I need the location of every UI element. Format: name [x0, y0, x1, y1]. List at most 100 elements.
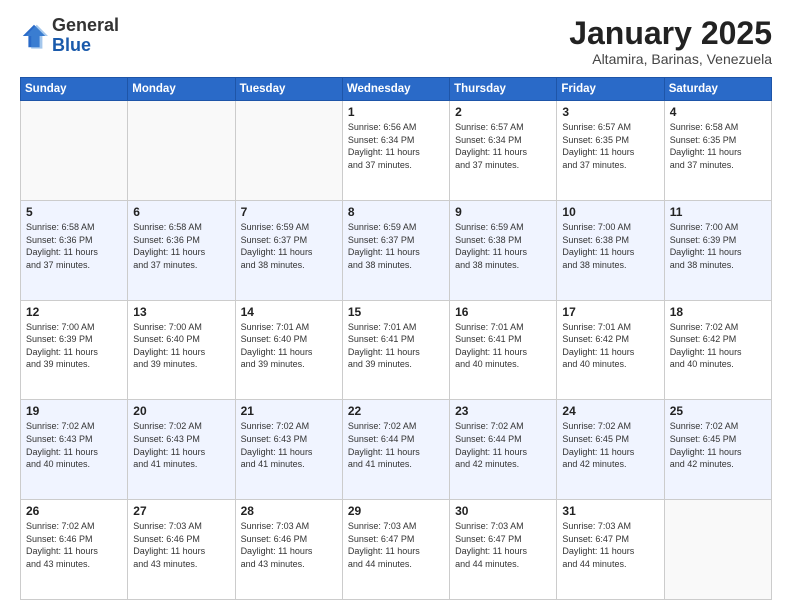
day-info: Sunrise: 7:02 AM Sunset: 6:43 PM Dayligh… — [241, 420, 337, 470]
table-row: 3Sunrise: 6:57 AM Sunset: 6:35 PM Daylig… — [557, 101, 664, 201]
table-row: 4 Sunrise: 6:58 AM Sunset: 6:35 PM Daylig… — [664, 101, 771, 201]
table-row: 21 Sunrise: 7:02 AM Sunset: 6:43 PM Dayli… — [235, 400, 342, 500]
table-row: 25Sunrise: 7:02 AM Sunset: 6:45 PM Dayli… — [664, 400, 771, 500]
table-row: 8Sunrise: 6:59 AM Sunset: 6:37 PM Daylig… — [342, 200, 449, 300]
table-row: 6Sunrise: 6:58 AM Sunset: 6:36 PM Daylig… — [128, 200, 235, 300]
day-info: Sunrise: 6:56 AM Sunset: 6:34 PM Dayligh… — [348, 121, 444, 171]
table-row — [664, 500, 771, 600]
col-saturday: Saturday — [664, 78, 771, 101]
table-row — [235, 101, 342, 201]
day-number: 24 — [562, 404, 658, 418]
day-info: Sunrise: 7:02 AM Sunset: 6:43 PM Dayligh… — [26, 420, 122, 470]
col-wednesday: Wednesday — [342, 78, 449, 101]
calendar-week-0: 1 Sunrise: 6:56 AM Sunset: 6:34 PM Daylig… — [21, 101, 772, 201]
col-sunday: Sunday — [21, 78, 128, 101]
table-row: 2Sunrise: 6:57 AM Sunset: 6:34 PM Daylig… — [450, 101, 557, 201]
table-row: 14 Sunrise: 7:01 AM Sunset: 6:40 PM Dayli… — [235, 300, 342, 400]
table-row: 1 Sunrise: 6:56 AM Sunset: 6:34 PM Daylig… — [342, 101, 449, 201]
table-row: 13 Sunrise: 7:00 AM Sunset: 6:40 PM Dayli… — [128, 300, 235, 400]
day-info: Sunrise: 6:58 AM Sunset: 6:36 PM Dayligh… — [26, 221, 122, 271]
day-number: 14 — [241, 305, 337, 319]
table-row: 31 Sunrise: 7:03 AM Sunset: 6:47 PM Dayli… — [557, 500, 664, 600]
table-row: 17Sunrise: 7:01 AM Sunset: 6:42 PM Dayli… — [557, 300, 664, 400]
day-number: 21 — [241, 404, 337, 418]
day-info: Sunrise: 7:00 AM Sunset: 6:38 PM Dayligh… — [562, 221, 658, 271]
day-info: Sunrise: 7:02 AM Sunset: 6:43 PM Dayligh… — [133, 420, 229, 470]
day-info: Sunrise: 6:59 AM Sunset: 6:37 PM Dayligh… — [348, 221, 444, 271]
calendar-week-3: 19 Sunrise: 7:02 AM Sunset: 6:43 PM Dayli… — [21, 400, 772, 500]
day-number: 28 — [241, 504, 337, 518]
day-info: Sunrise: 7:00 AM Sunset: 6:40 PM Dayligh… — [133, 321, 229, 371]
table-row: 29 Sunrise: 7:03 AM Sunset: 6:47 PM Dayli… — [342, 500, 449, 600]
table-row: 20 Sunrise: 7:02 AM Sunset: 6:43 PM Dayli… — [128, 400, 235, 500]
day-number: 16 — [455, 305, 551, 319]
day-number: 10 — [562, 205, 658, 219]
day-info: Sunrise: 6:59 AM Sunset: 6:37 PM Dayligh… — [241, 221, 337, 271]
day-number: 1 — [348, 105, 444, 119]
col-monday: Monday — [128, 78, 235, 101]
day-info: Sunrise: 7:03 AM Sunset: 6:46 PM Dayligh… — [133, 520, 229, 570]
table-row: 9 Sunrise: 6:59 AM Sunset: 6:38 PM Daylig… — [450, 200, 557, 300]
table-row — [21, 101, 128, 201]
day-number: 30 — [455, 504, 551, 518]
table-row: 23Sunrise: 7:02 AM Sunset: 6:44 PM Dayli… — [450, 400, 557, 500]
day-number: 22 — [348, 404, 444, 418]
day-info: Sunrise: 7:01 AM Sunset: 6:41 PM Dayligh… — [455, 321, 551, 371]
table-row: 28 Sunrise: 7:03 AM Sunset: 6:46 PM Dayli… — [235, 500, 342, 600]
day-info: Sunrise: 7:03 AM Sunset: 6:47 PM Dayligh… — [348, 520, 444, 570]
day-number: 7 — [241, 205, 337, 219]
day-info: Sunrise: 7:02 AM Sunset: 6:44 PM Dayligh… — [348, 420, 444, 470]
day-number: 29 — [348, 504, 444, 518]
page: General Blue January 2025 Altamira, Bari… — [0, 0, 792, 612]
day-number: 9 — [455, 205, 551, 219]
header: General Blue January 2025 Altamira, Bari… — [20, 16, 772, 67]
table-row: 19 Sunrise: 7:02 AM Sunset: 6:43 PM Dayli… — [21, 400, 128, 500]
table-row: 27 Sunrise: 7:03 AM Sunset: 6:46 PM Dayli… — [128, 500, 235, 600]
day-number: 2 — [455, 105, 551, 119]
day-info: Sunrise: 7:03 AM Sunset: 6:47 PM Dayligh… — [455, 520, 551, 570]
table-row: 30 Sunrise: 7:03 AM Sunset: 6:47 PM Dayli… — [450, 500, 557, 600]
day-number: 6 — [133, 205, 229, 219]
day-info: Sunrise: 7:03 AM Sunset: 6:46 PM Dayligh… — [241, 520, 337, 570]
day-info: Sunrise: 7:02 AM Sunset: 6:46 PM Dayligh… — [26, 520, 122, 570]
day-info: Sunrise: 7:02 AM Sunset: 6:44 PM Dayligh… — [455, 420, 551, 470]
day-info: Sunrise: 7:00 AM Sunset: 6:39 PM Dayligh… — [26, 321, 122, 371]
day-info: Sunrise: 7:00 AM Sunset: 6:39 PM Dayligh… — [670, 221, 766, 271]
day-info: Sunrise: 6:58 AM Sunset: 6:35 PM Dayligh… — [670, 121, 766, 171]
day-info: Sunrise: 7:01 AM Sunset: 6:41 PM Dayligh… — [348, 321, 444, 371]
col-friday: Friday — [557, 78, 664, 101]
logo: General Blue — [20, 16, 119, 56]
day-info: Sunrise: 7:02 AM Sunset: 6:45 PM Dayligh… — [670, 420, 766, 470]
day-number: 5 — [26, 205, 122, 219]
day-number: 19 — [26, 404, 122, 418]
title-month: January 2025 — [569, 16, 772, 51]
day-info: Sunrise: 7:03 AM Sunset: 6:47 PM Dayligh… — [562, 520, 658, 570]
day-number: 11 — [670, 205, 766, 219]
day-number: 27 — [133, 504, 229, 518]
table-row: 15 Sunrise: 7:01 AM Sunset: 6:41 PM Dayli… — [342, 300, 449, 400]
day-info: Sunrise: 7:01 AM Sunset: 6:40 PM Dayligh… — [241, 321, 337, 371]
day-info: Sunrise: 6:57 AM Sunset: 6:35 PM Dayligh… — [562, 121, 658, 171]
table-row: 10 Sunrise: 7:00 AM Sunset: 6:38 PM Dayli… — [557, 200, 664, 300]
day-number: 18 — [670, 305, 766, 319]
table-row: 12 Sunrise: 7:00 AM Sunset: 6:39 PM Dayli… — [21, 300, 128, 400]
day-number: 31 — [562, 504, 658, 518]
calendar-week-1: 5 Sunrise: 6:58 AM Sunset: 6:36 PM Daylig… — [21, 200, 772, 300]
calendar-header-row: Sunday Monday Tuesday Wednesday Thursday… — [21, 78, 772, 101]
day-number: 4 — [670, 105, 766, 119]
title-block: January 2025 Altamira, Barinas, Venezuel… — [569, 16, 772, 67]
calendar-week-4: 26Sunrise: 7:02 AM Sunset: 6:46 PM Dayli… — [21, 500, 772, 600]
day-number: 15 — [348, 305, 444, 319]
logo-text: General Blue — [52, 16, 119, 56]
logo-icon — [20, 22, 48, 50]
table-row — [128, 101, 235, 201]
col-tuesday: Tuesday — [235, 78, 342, 101]
day-number: 12 — [26, 305, 122, 319]
day-number: 13 — [133, 305, 229, 319]
title-location: Altamira, Barinas, Venezuela — [569, 51, 772, 67]
calendar-table: Sunday Monday Tuesday Wednesday Thursday… — [20, 77, 772, 600]
day-number: 20 — [133, 404, 229, 418]
day-info: Sunrise: 6:59 AM Sunset: 6:38 PM Dayligh… — [455, 221, 551, 271]
table-row: 26Sunrise: 7:02 AM Sunset: 6:46 PM Dayli… — [21, 500, 128, 600]
day-number: 17 — [562, 305, 658, 319]
